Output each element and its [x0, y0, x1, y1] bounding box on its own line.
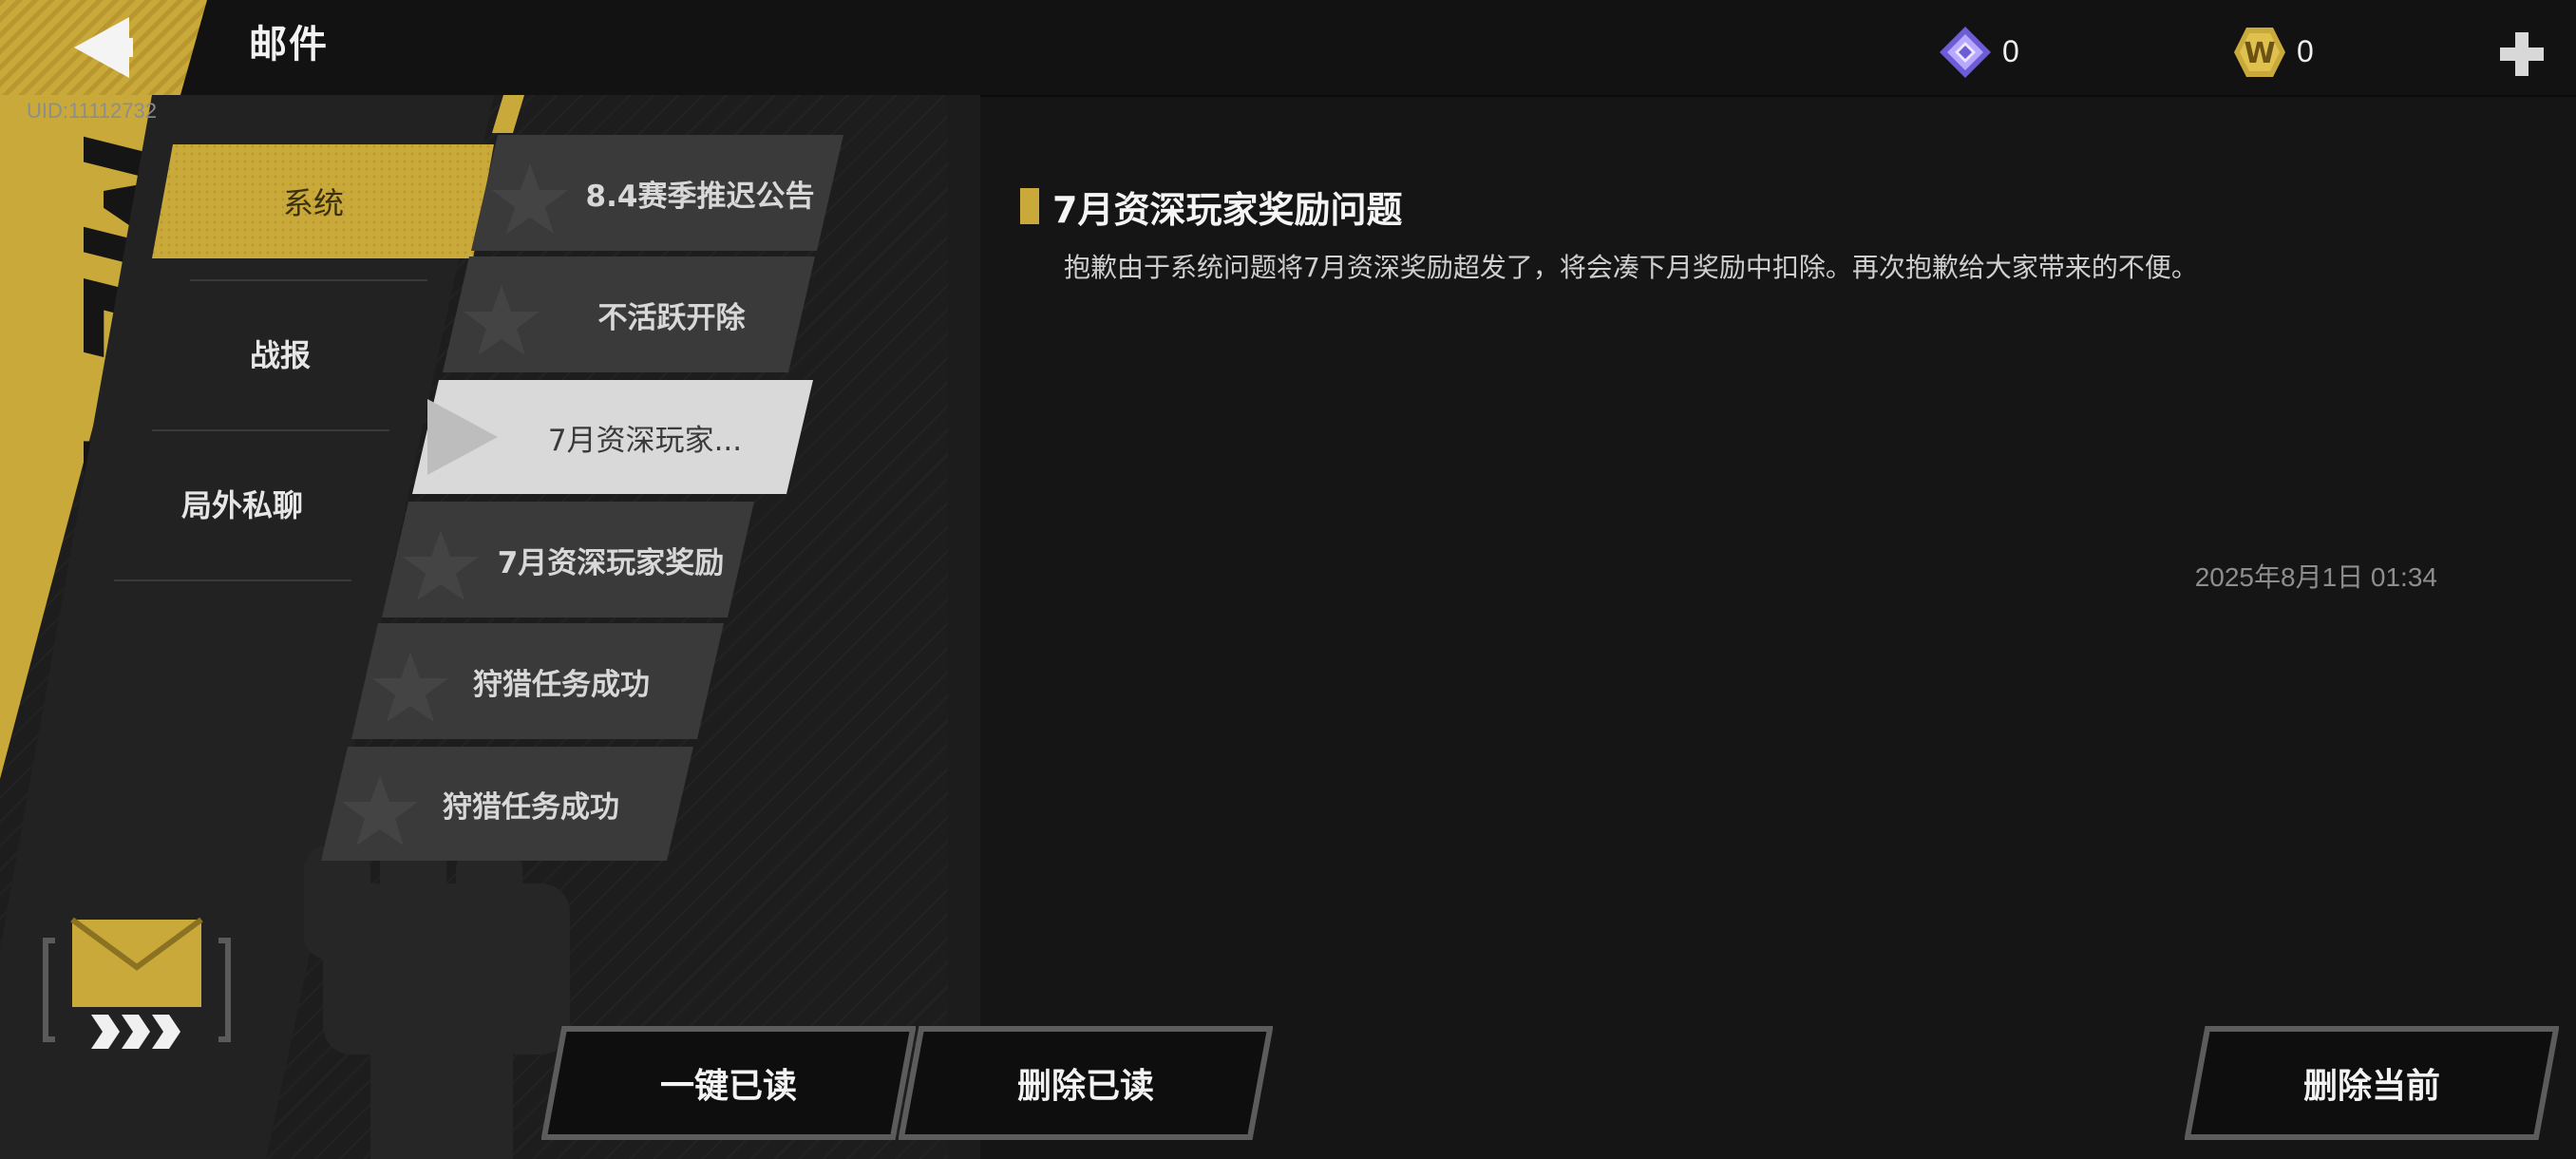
mail-item[interactable]: 7月资深玩家奖励 [382, 502, 754, 618]
svg-text:W: W [2244, 37, 2275, 70]
mail-item-selected[interactable]: 7月资深玩家... [412, 380, 813, 494]
delete-read-button[interactable]: 删除已读 [899, 1026, 1273, 1140]
back-arrow-icon [0, 0, 207, 95]
diamond-gem-icon [1938, 25, 1993, 80]
page-title: 邮件 [249, 23, 329, 66]
mail-title: 不活跃开除 [597, 300, 746, 335]
delete-current-label: 删除当前 [2302, 1067, 2440, 1106]
mail-item[interactable]: 8.4赛季推迟公告 [471, 135, 843, 251]
top-bar [0, 0, 2576, 97]
mail-title: 7月资深玩家奖励 [497, 545, 725, 580]
category-label: 系统 [282, 185, 344, 221]
coin-count: 0 [2297, 34, 2314, 68]
mail-detail-date: 2025年8月1日 01:34 [2194, 562, 2437, 592]
mail-icon [42, 912, 232, 1054]
mail-detail-body: 抱歉由于系统问题将7月资深奖励超发了，将会凑下月奖励中扣除。再次抱歉给大家带来的… [1064, 252, 2198, 283]
category-divider [190, 279, 427, 281]
mail-title: 狩猎任务成功 [473, 667, 650, 702]
delete-read-label: 删除已读 [1016, 1067, 1154, 1106]
read-all-button[interactable]: 一键已读 [541, 1026, 916, 1140]
category-private-chat[interactable]: 局外私聊 [114, 446, 370, 560]
back-button[interactable] [0, 0, 209, 95]
mail-item[interactable]: 不活跃开除 [443, 256, 815, 372]
add-currency-button[interactable] [2496, 28, 2548, 80]
plus-icon [2500, 32, 2544, 76]
mail-title: 7月资深玩家... [547, 423, 743, 458]
gem-count: 0 [2002, 34, 2019, 68]
category-battle-report[interactable]: 战报 [152, 296, 408, 410]
title-accent-bar [1020, 188, 1039, 224]
mail-item[interactable]: 狩猎任务成功 [321, 747, 693, 861]
mail-item[interactable]: 狩猎任务成功 [351, 623, 724, 739]
panel-divider [948, 95, 980, 1159]
read-all-label: 一键已读 [659, 1067, 797, 1106]
category-system[interactable]: 系统 [152, 144, 494, 258]
mail-title: 8.4赛季推迟公告 [585, 179, 815, 214]
category-divider [152, 429, 389, 431]
category-divider [114, 580, 351, 581]
w-coin-icon: W [2232, 25, 2287, 80]
mail-detail-title: 7月资深玩家奖励问题 [1052, 189, 1403, 231]
mail-title: 狩猎任务成功 [443, 789, 619, 825]
delete-current-button[interactable]: 删除当前 [2185, 1026, 2559, 1140]
uid-label: UID:11112732 [27, 99, 157, 123]
